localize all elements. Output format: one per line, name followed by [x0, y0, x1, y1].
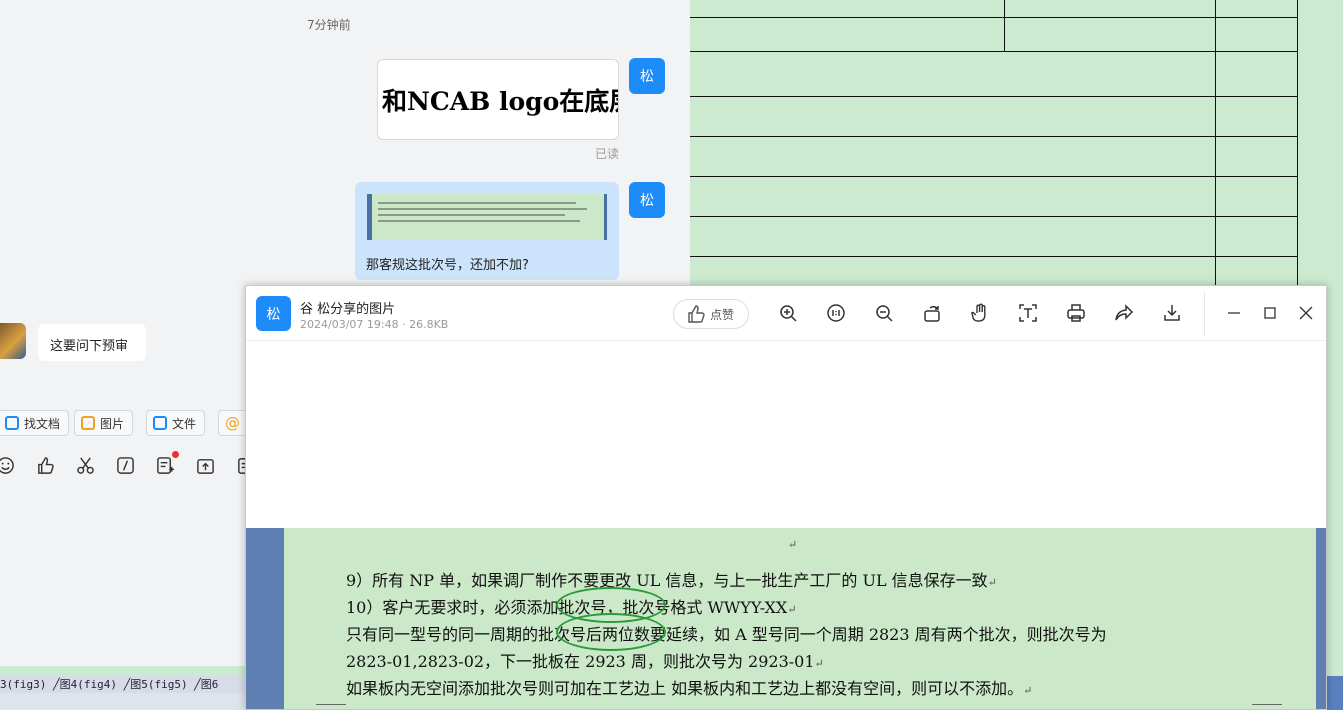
shared-image[interactable]: ↵ 9）所有 NP 单，如果调厂制作不要更改 UL 信息，与上一批生产工厂的 U…: [246, 528, 1326, 709]
image-icon: [81, 416, 95, 430]
file-button[interactable]: 文件: [146, 410, 206, 436]
thumbs-up-icon: [688, 305, 705, 323]
thumbs-up-icon[interactable]: [34, 454, 56, 476]
message-timestamp: 7分钟前: [307, 18, 351, 32]
spreadsheet-background: [688, 0, 1343, 300]
notification-dot: [172, 451, 179, 458]
minimize-icon[interactable]: [1223, 302, 1245, 324]
viewer-title: 谷 松分享的图片: [300, 302, 396, 317]
sheet-tabs[interactable]: 3(fig3) ╱图4(fig4) ╱图5(fig5) ╱图6: [0, 676, 246, 693]
scrollbar-strip: [1326, 676, 1343, 710]
status-strip: [0, 693, 246, 710]
scissors-icon[interactable]: [74, 454, 96, 476]
contact-avatar[interactable]: [0, 323, 26, 359]
doc-search-icon: [5, 416, 19, 430]
paragraph-mark: ↵: [788, 538, 798, 551]
doc-line: 只有同一型号的同一周期的批次号后两位数要延续，如 A 型号同一个周期 2823 …: [346, 625, 1107, 644]
self-avatar[interactable]: 松: [629, 182, 665, 218]
zoom-in-icon[interactable]: [777, 302, 799, 324]
viewer-canvas[interactable]: [246, 342, 1326, 528]
image-button[interactable]: 图片: [74, 410, 134, 436]
upload-icon[interactable]: [194, 454, 216, 476]
slash-command-icon[interactable]: [114, 454, 136, 476]
document-thumbnail[interactable]: [367, 194, 607, 240]
like-button[interactable]: 点赞: [673, 299, 749, 329]
at-icon: @: [225, 414, 240, 432]
image-message-text: 和NCAB logo在底层: [382, 86, 619, 116]
pan-hand-icon[interactable]: [969, 302, 991, 324]
sender-avatar[interactable]: 松: [256, 296, 291, 331]
print-icon[interactable]: [1065, 302, 1087, 324]
share-icon[interactable]: [1113, 302, 1135, 324]
ocr-text-icon[interactable]: [1017, 302, 1039, 324]
image-viewer-window: 松 谷 松分享的图片 2024/03/07 19:48 · 26.8KB 点赞 …: [245, 285, 1327, 710]
page-corner-mark: [316, 704, 346, 705]
incoming-message: 这要问下预审: [38, 324, 146, 361]
find-doc-label: 找文档: [24, 416, 61, 431]
close-icon[interactable]: [1295, 302, 1317, 324]
zoom-out-icon[interactable]: [873, 302, 895, 324]
doc-line: 如果板内无空间添加批次号则可加在工艺边上 如果板内和工艺边上都没有空间，则可以不…: [346, 679, 1033, 698]
doc-line: 2823-01,2823-02，下一批板在 2923 周，则批次号为 2923-…: [346, 652, 824, 671]
page-corner-mark: [1252, 704, 1282, 705]
download-icon[interactable]: [1161, 302, 1183, 324]
viewer-header: 松 谷 松分享的图片 2024/03/07 19:48 · 26.8KB 点赞: [246, 286, 1326, 341]
like-label: 点赞: [710, 307, 735, 322]
folder-icon: [153, 416, 167, 430]
quoted-image-message[interactable]: 那客规这批次号，还加不加?: [355, 182, 619, 280]
emoji-icon[interactable]: [0, 454, 16, 476]
image-message[interactable]: 和NCAB logo在底层: [377, 59, 619, 140]
self-avatar[interactable]: 松: [629, 58, 665, 94]
viewer-meta: 2024/03/07 19:48 · 26.8KB: [300, 318, 449, 331]
document-page: ↵ 9）所有 NP 单，如果调厂制作不要更改 UL 信息，与上一批生产工厂的 U…: [284, 528, 1316, 709]
annotation-circle: [556, 613, 666, 651]
file-label: 文件: [172, 416, 197, 431]
image-label: 图片: [100, 416, 125, 431]
message-text: 那客规这批次号，还加不加?: [366, 258, 529, 273]
find-doc-button[interactable]: 找文档: [0, 410, 70, 436]
actual-size-icon[interactable]: [825, 302, 847, 324]
read-status: 已读: [595, 147, 620, 161]
toolbar-divider: [1204, 292, 1205, 336]
rotate-icon[interactable]: [921, 302, 943, 324]
maximize-icon[interactable]: [1259, 302, 1281, 324]
doc-line: 9）所有 NP 单，如果调厂制作不要更改 UL 信息，与上一批生产工厂的 UL …: [346, 571, 997, 590]
